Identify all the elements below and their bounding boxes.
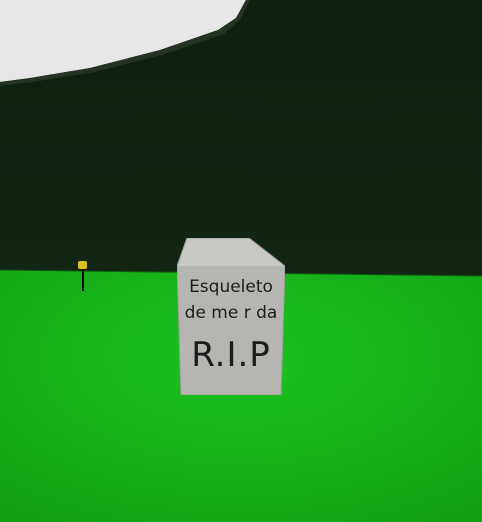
tombstone-line-2: de me r da bbox=[184, 303, 278, 323]
torch-icon[interactable] bbox=[76, 261, 90, 293]
tombstone-top-bevel bbox=[177, 238, 285, 266]
tombstone-rip: R.I.P bbox=[191, 335, 271, 375]
torch-flame bbox=[78, 261, 87, 269]
tombstone-line-1: Esqueleto bbox=[189, 277, 273, 297]
tombstone[interactable]: Esqueleto de me r da R.I.P bbox=[177, 238, 285, 395]
torch-pole bbox=[82, 269, 84, 291]
game-viewport[interactable]: Esqueleto de me r da R.I.P bbox=[0, 0, 482, 522]
